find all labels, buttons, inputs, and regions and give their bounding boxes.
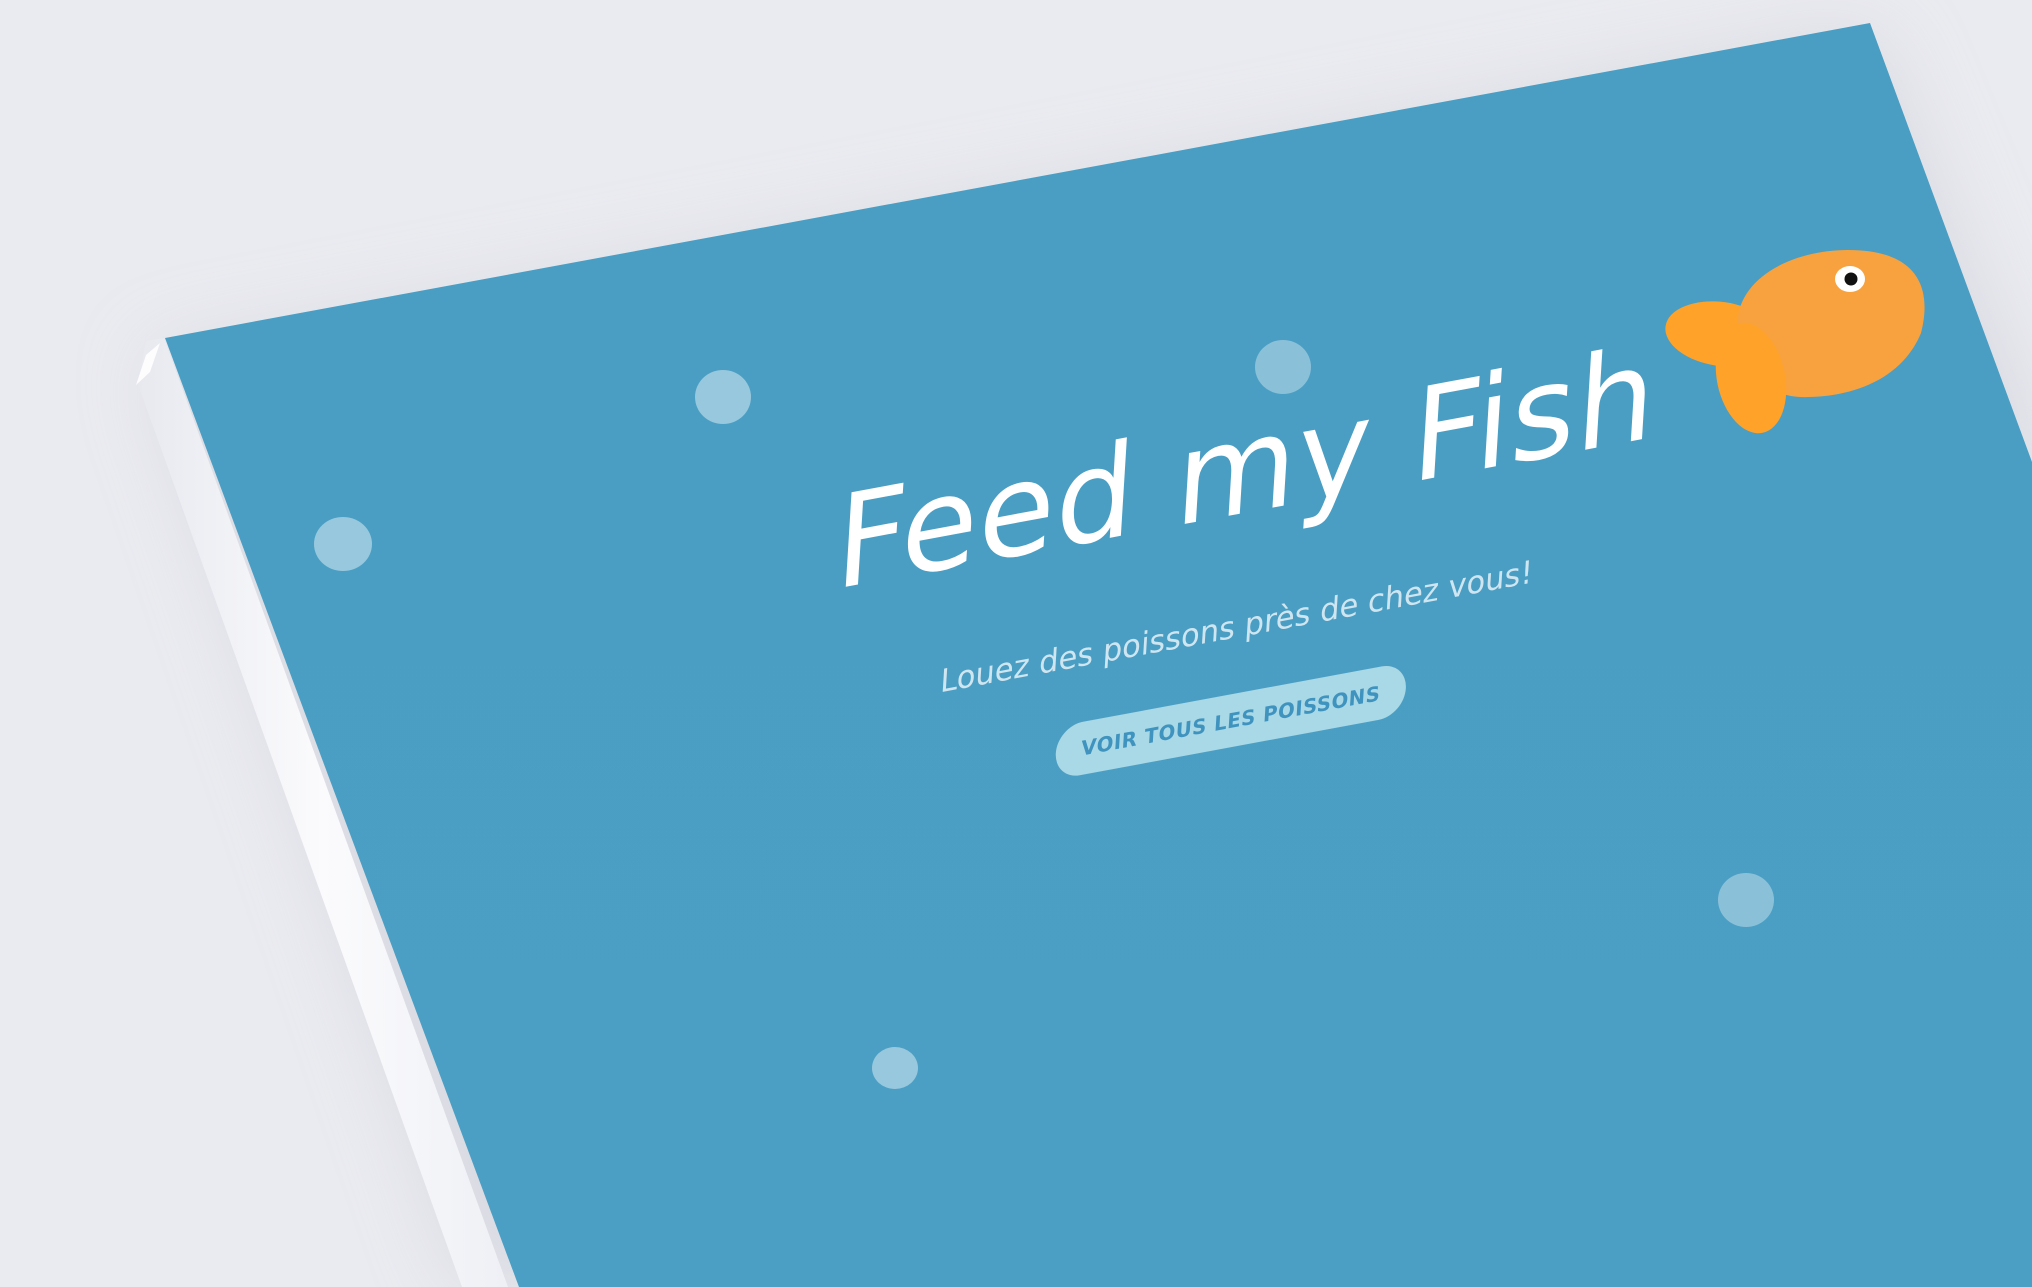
device-frame	[136, 23, 2032, 1287]
mockup-stage: Feed my Fish Louez des poissons près de …	[0, 0, 2032, 1287]
